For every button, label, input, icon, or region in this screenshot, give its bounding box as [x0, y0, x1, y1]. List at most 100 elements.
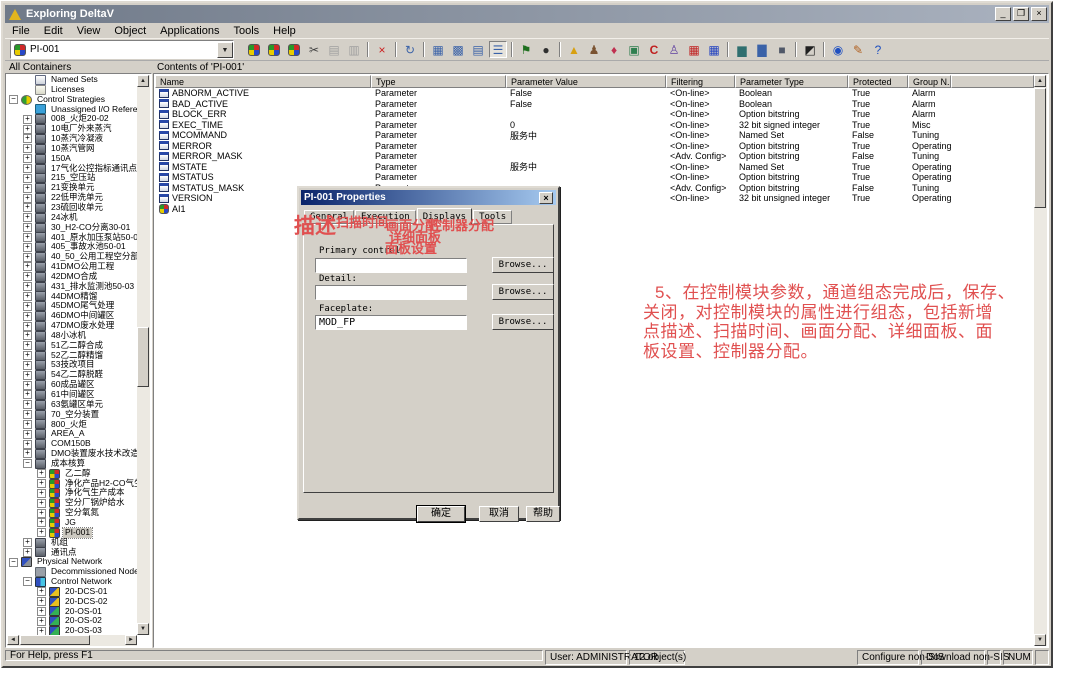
tree-expander-icon[interactable]: +: [37, 587, 46, 596]
detail-browse-button[interactable]: Browse...: [492, 284, 554, 300]
context-help-icon[interactable]: ?: [869, 41, 887, 58]
copy-icon[interactable]: ▤: [325, 41, 343, 58]
scroll-up-icon[interactable]: ▲: [1034, 75, 1046, 87]
tree-expander-icon[interactable]: +: [37, 627, 46, 635]
column-header[interactable]: Name: [155, 75, 371, 88]
primary-control-browse-button[interactable]: Browse...: [492, 257, 554, 273]
tree-expander-icon[interactable]: +: [23, 253, 32, 262]
scroll-right-icon[interactable]: ►: [125, 635, 137, 645]
tree-expander-icon[interactable]: +: [23, 194, 32, 203]
dialog-title-bar[interactable]: PI-001 Properties ×: [301, 190, 556, 205]
dialog-close-icon[interactable]: ×: [539, 192, 553, 204]
list-view-icon[interactable]: ▤: [469, 41, 487, 58]
diamond-tool-icon[interactable]: ♦: [605, 41, 623, 58]
tree-expander-icon[interactable]: +: [37, 607, 46, 616]
table-row[interactable]: EXEC_TIMEParameter0<On-line>32 bit signe…: [155, 120, 1034, 131]
tree-expander-icon[interactable]: +: [23, 292, 32, 301]
column-header[interactable]: Parameter Value: [506, 75, 666, 88]
menu-file[interactable]: File: [5, 24, 37, 38]
minimize-button[interactable]: _: [995, 7, 1011, 21]
paste-icon[interactable]: ▥: [345, 41, 363, 58]
tree-expander-icon[interactable]: +: [23, 174, 32, 183]
faceplate-input[interactable]: [315, 315, 467, 330]
tree-expander-icon[interactable]: +: [37, 617, 46, 626]
tree-expander-icon[interactable]: +: [23, 400, 32, 409]
column-header[interactable]: Type: [371, 75, 506, 88]
tree-expander-icon[interactable]: +: [23, 115, 32, 124]
menu-help[interactable]: Help: [266, 24, 303, 38]
table-row[interactable]: MSTATUSParameter<On-line>Option bitstrin…: [155, 172, 1034, 183]
title-bar[interactable]: Exploring DeltaV _ ❐ ×: [5, 5, 1049, 23]
tree-expander-icon[interactable]: +: [23, 430, 32, 439]
dark-tool-icon[interactable]: ●: [537, 41, 555, 58]
paint-icon[interactable]: ✎: [849, 41, 867, 58]
tree-expander-icon[interactable]: +: [23, 381, 32, 390]
tree-expander-icon[interactable]: +: [37, 509, 46, 518]
column-header[interactable]: Group N...: [908, 75, 951, 88]
flag-icon[interactable]: ⚑: [517, 41, 535, 58]
table-row[interactable]: ABNORM_ACTIVEParameterFalse<On-line>Bool…: [155, 88, 1034, 99]
tree-expander-icon[interactable]: +: [23, 203, 32, 212]
table-row[interactable]: MERRORParameter<On-line>Option bitstring…: [155, 141, 1034, 152]
tree-expander-icon[interactable]: +: [23, 184, 32, 193]
tree-expander-icon[interactable]: +: [23, 440, 32, 449]
tree-expander-icon[interactable]: +: [23, 322, 32, 331]
refresh-icon[interactable]: ↻: [401, 41, 419, 58]
tree-expander-icon[interactable]: +: [37, 469, 46, 478]
user-help-icon[interactable]: ♙: [665, 41, 683, 58]
blue-grid-icon[interactable]: ▦: [705, 41, 723, 58]
tree-expander-icon[interactable]: +: [37, 479, 46, 488]
tree-expander-icon[interactable]: −: [9, 95, 18, 104]
tree-expander-icon[interactable]: +: [23, 331, 32, 340]
menu-edit[interactable]: Edit: [37, 24, 70, 38]
menu-applications[interactable]: Applications: [153, 24, 226, 38]
scroll-down-icon[interactable]: ▼: [137, 623, 149, 635]
table-row[interactable]: MSTATEParameter服务中<On-line>Named SetTrue…: [155, 162, 1034, 173]
tree-expander-icon[interactable]: +: [23, 154, 32, 163]
close-button[interactable]: ×: [1031, 7, 1047, 21]
help-button[interactable]: 帮助: [526, 506, 560, 522]
scroll-down-icon[interactable]: ▼: [1034, 634, 1046, 646]
combo-dropdown-button[interactable]: ▼: [217, 42, 233, 58]
tree-expander-icon[interactable]: +: [23, 282, 32, 291]
table-row[interactable]: MERROR_MASKParameter<Adv. Config>Option …: [155, 151, 1034, 162]
tree-expander-icon[interactable]: +: [37, 518, 46, 527]
tree-expander-icon[interactable]: +: [23, 213, 32, 222]
tree-expander-icon[interactable]: +: [23, 223, 32, 232]
tree-expander-icon[interactable]: +: [23, 125, 32, 134]
column-header[interactable]: Protected: [848, 75, 908, 88]
web-icon[interactable]: ◉: [829, 41, 847, 58]
tree-expander-icon[interactable]: +: [23, 312, 32, 321]
tree-hscroll-thumb[interactable]: [20, 635, 90, 645]
delete-icon[interactable]: ×: [373, 41, 391, 58]
tree-expander-icon[interactable]: +: [23, 272, 32, 281]
cancel-button[interactable]: 取消: [479, 506, 519, 522]
details-view-icon[interactable]: ☰: [489, 41, 507, 58]
object-combo[interactable]: PI-001 ▼: [10, 40, 234, 59]
alarm-bell-icon[interactable]: ▲: [565, 41, 583, 58]
table-row[interactable]: BAD_ACTIVEParameterFalse<On-line>Boolean…: [155, 99, 1034, 110]
restore-button[interactable]: ❐: [1013, 7, 1029, 21]
tree-vertical-scrollbar[interactable]: ▲ ▼: [137, 75, 150, 635]
tree-expander-icon[interactable]: −: [9, 558, 18, 567]
menu-object[interactable]: Object: [107, 24, 153, 38]
table-row[interactable]: AI1: [155, 204, 1034, 215]
large-icons-view-icon[interactable]: ▦: [429, 41, 447, 58]
picture-icon[interactable]: ▣: [625, 41, 643, 58]
scroll-left-icon[interactable]: ◄: [7, 635, 19, 645]
history-chart-icon[interactable]: ▆: [733, 41, 751, 58]
cut-icon[interactable]: ✂: [305, 41, 323, 58]
menu-view[interactable]: View: [70, 24, 108, 38]
tree-item[interactable]: +20-OS-03: [7, 626, 137, 635]
operator-icon[interactable]: ♟: [585, 41, 603, 58]
red-grid-icon[interactable]: ▦: [685, 41, 703, 58]
column-header[interactable]: Parameter Type: [735, 75, 848, 88]
tree-expander-icon[interactable]: +: [23, 302, 32, 311]
tree-expander-icon[interactable]: +: [23, 341, 32, 350]
faceplate-browse-button[interactable]: Browse...: [492, 314, 554, 330]
tree-expander-icon[interactable]: +: [23, 144, 32, 153]
table-row[interactable]: BLOCK_ERRParameter<On-line>Option bitstr…: [155, 109, 1034, 120]
trend-chart-icon[interactable]: ▇: [753, 41, 771, 58]
tree-expander-icon[interactable]: +: [23, 449, 32, 458]
tree-horizontal-scrollbar[interactable]: ◄ ►: [7, 635, 137, 646]
